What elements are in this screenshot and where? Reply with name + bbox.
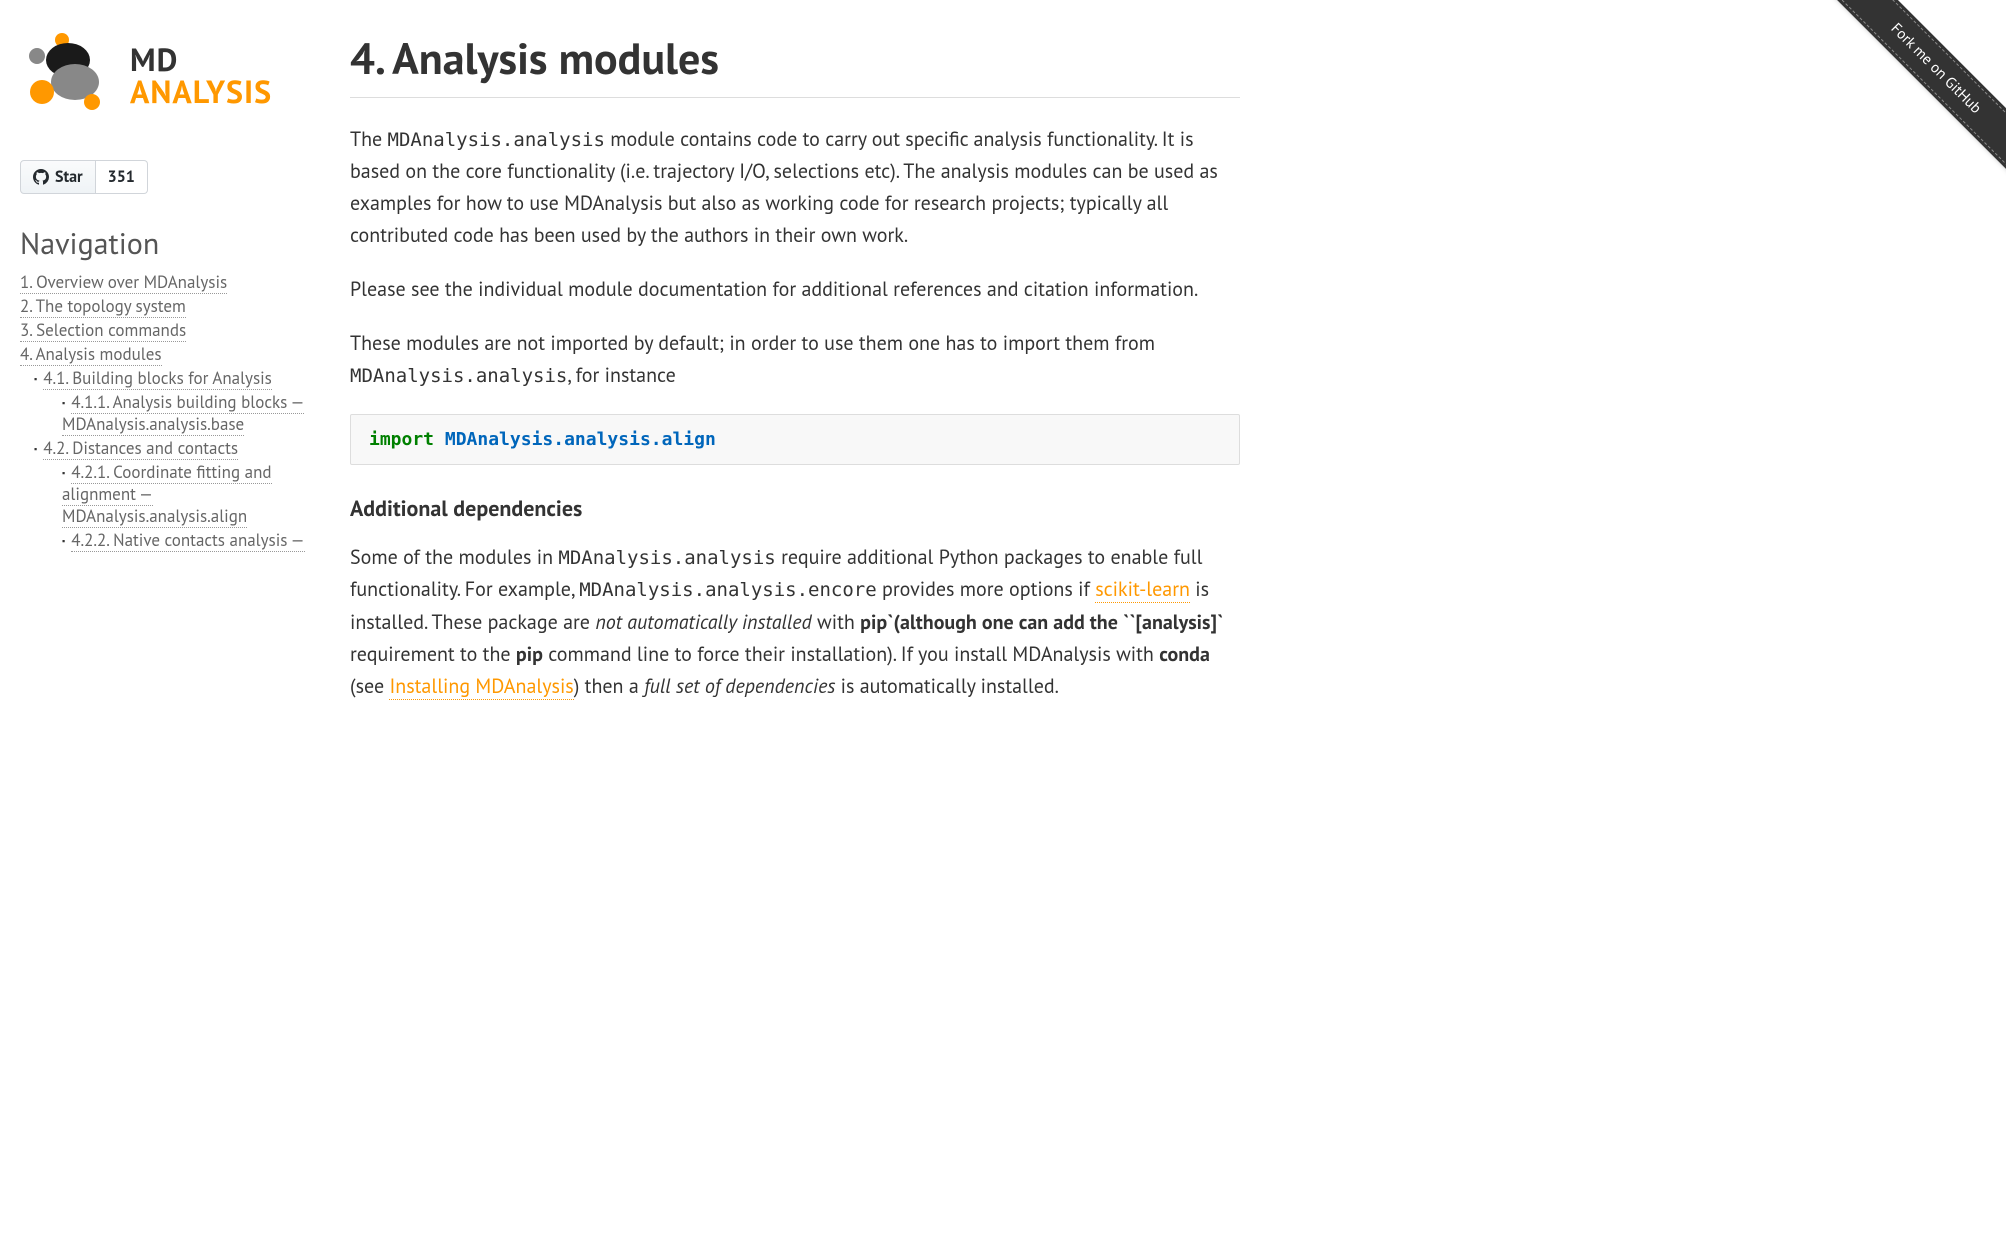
intro-paragraph-1: The MDAnalysis.analysis module contains … [350,123,1240,251]
subheading-additional-deps: Additional dependencies [350,495,1240,523]
nav-item-4-1[interactable]: 4.1. Building blocks for Analysis [43,367,272,390]
code-block-import: import MDAnalysis.analysis.align [350,414,1240,465]
fork-ribbon-text: Fork me on GitHub [1824,0,2006,181]
nav-item-4-2-1[interactable]: 4.2.1. Coordinate fitting and alignment … [62,461,272,528]
github-star-button[interactable]: Star [20,160,96,194]
deps-paragraph: Some of the modules in MDAnalysis.analys… [350,541,1240,702]
nav-list: 1. Overview over MDAnalysis 2. The topol… [20,271,310,551]
nav-heading: Navigation [20,224,310,263]
intro-paragraph-3: These modules are not imported by defaul… [350,327,1240,391]
nav-item-selection[interactable]: 3. Selection commands [20,319,186,342]
code-mdanalysis-analysis: MDAnalysis.analysis [388,129,605,151]
nav-item-4-2[interactable]: 4.2. Distances and contacts [43,437,238,460]
github-star-widget: Star 351 [20,160,148,194]
nav-item-4-1-1[interactable]: 4.1.1. Analysis building blocks — MDAnal… [62,391,304,436]
github-icon [33,169,49,185]
link-installing-mdanalysis[interactable]: Installing MDAnalysis [389,673,573,700]
sidebar: MD ANALYSIS Star 351 Navigation 1. Overv… [0,0,330,754]
nav-item-topology[interactable]: 2. The topology system [20,295,186,318]
intro-paragraph-2: Please see the individual module documen… [350,273,1240,305]
logo-icon [20,30,120,120]
fork-ribbon[interactable]: Fork me on GitHub [1806,0,2006,200]
link-scikit-learn[interactable]: scikit-learn [1095,576,1190,603]
logo[interactable]: MD ANALYSIS [20,30,310,120]
main-content: 4. Analysis modules The MDAnalysis.analy… [330,0,1280,754]
page-title: 4. Analysis modules [350,30,1240,98]
code-mdanalysis-analysis-2: MDAnalysis.analysis [350,365,567,387]
nav-item-analysis[interactable]: 4. Analysis modules [20,343,162,366]
star-label: Star [55,167,83,187]
nav-item-overview[interactable]: 1. Overview over MDAnalysis [20,271,227,294]
nav-item-4-2-2[interactable]: 4.2.2. Native contacts analysis — [71,529,304,552]
github-star-count[interactable]: 351 [96,160,148,194]
logo-text-analysis: ANALYSIS [130,75,272,107]
